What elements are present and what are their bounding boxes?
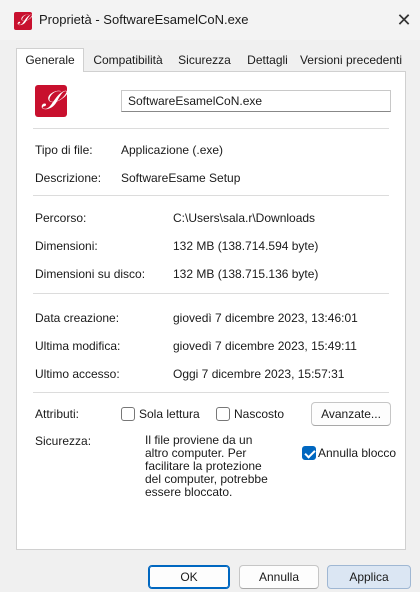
separator [33,128,389,129]
separator [33,195,389,196]
accessed-value: Oggi 7 dicembre 2023, 15:57:31 [173,367,345,381]
created-label: Data creazione: [35,311,120,325]
tab-dettagli[interactable]: Dettagli [239,50,296,70]
separator [33,392,389,393]
title-bar: 𝒮 Proprietà - SoftwareEsamelCoN.exe ✕ [0,0,420,40]
app-file-icon: 𝒮 [14,12,32,30]
path-value: C:\Users\sala.r\Downloads [173,211,316,225]
hidden-label[interactable]: Nascosto [234,407,284,421]
file-type-label: Tipo di file: [35,143,93,157]
separator [33,293,389,294]
modified-value: giovedì 7 dicembre 2023, 15:49:11 [173,339,357,353]
accessed-label: Ultimo accesso: [35,367,120,381]
tab-generale[interactable]: Generale [16,48,84,72]
hidden-checkbox[interactable] [216,407,230,421]
tab-compatibilita[interactable]: Compatibilità [86,50,170,70]
window-title: Proprietà - SoftwareEsamelCoN.exe [39,12,249,27]
unblock-checkbox[interactable] [302,446,316,460]
readonly-label[interactable]: Sola lettura [139,407,200,421]
security-warning-text: Il file proviene da un altro computer. P… [145,433,268,499]
description-label: Descrizione: [35,171,102,185]
size-on-disk-label: Dimensioni su disco: [35,267,146,281]
unblock-label[interactable]: Annulla blocco [318,446,396,460]
created-value: giovedì 7 dicembre 2023, 13:46:01 [173,311,358,325]
apply-button[interactable]: Applica [327,565,411,589]
tab-versioni-precedenti[interactable]: Versioni precedenti [297,50,405,70]
close-icon[interactable]: ✕ [392,8,416,32]
attributes-label: Attributi: [35,407,80,421]
tab-sicurezza[interactable]: Sicurezza [171,50,238,70]
size-value: 132 MB (138.714.594 byte) [173,239,319,253]
path-label: Percorso: [35,211,87,225]
advanced-button[interactable]: Avanzate... [311,402,391,426]
readonly-checkbox[interactable] [121,407,135,421]
modified-label: Ultima modifica: [35,339,121,353]
general-panel: 𝒮 Tipo di file: Applicazione (.exe) Desc… [16,71,406,550]
size-on-disk-value: 132 MB (138.715.136 byte) [173,267,319,281]
tab-bar: Generale Compatibilità Sicurezza Dettagl… [16,48,406,72]
file-type-icon: 𝒮 [35,85,67,117]
size-label: Dimensioni: [35,239,98,253]
ok-button[interactable]: OK [148,565,230,589]
file-name-input[interactable] [121,90,391,112]
security-label: Sicurezza: [35,434,92,448]
cancel-button[interactable]: Annulla [239,565,319,589]
file-type-value: Applicazione (.exe) [121,143,224,157]
description-value: SoftwareEsame Setup [121,171,241,185]
